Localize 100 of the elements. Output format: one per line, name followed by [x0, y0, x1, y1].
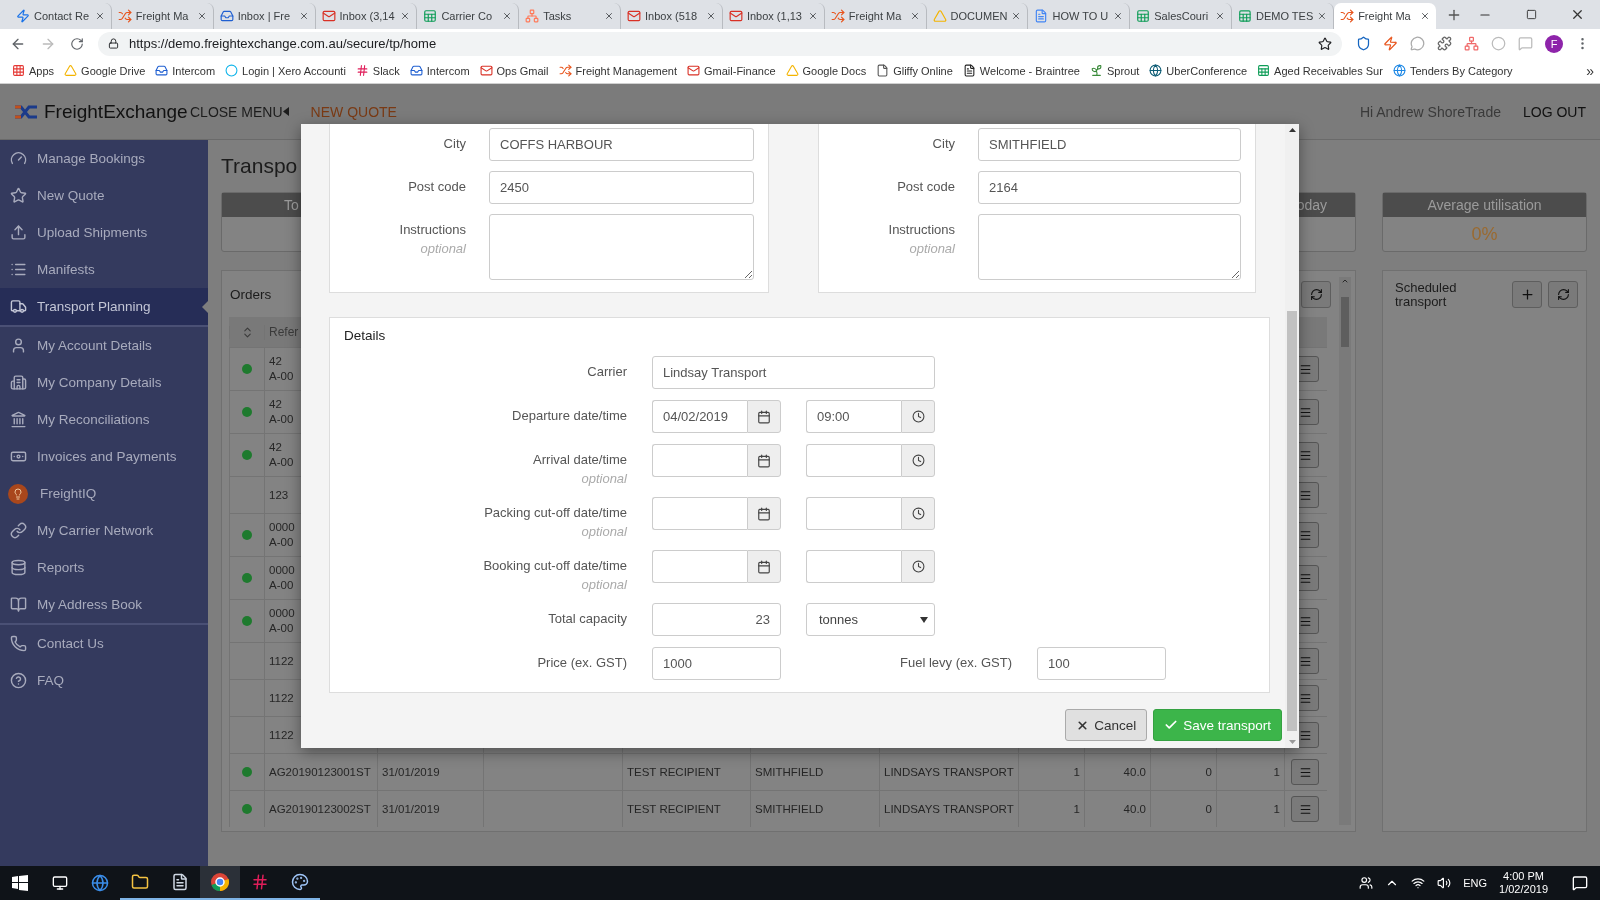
- bookmark[interactable]: Sprout: [1087, 64, 1142, 77]
- sidebar-item[interactable]: My Address Book: [0, 586, 208, 623]
- add-button[interactable]: [1512, 281, 1542, 308]
- date-field[interactable]: 04/02/2019: [652, 400, 747, 433]
- close-icon[interactable]: [502, 11, 513, 21]
- chrome-icon[interactable]: [210, 872, 230, 892]
- text-field[interactable]: COFFS HARBOUR: [489, 128, 754, 161]
- time-field[interactable]: 09:00: [806, 400, 901, 433]
- sidebar-item[interactable]: New Quote: [0, 177, 208, 214]
- time-field[interactable]: [806, 497, 901, 530]
- people-icon[interactable]: [1359, 876, 1374, 890]
- scrollbar-thumb[interactable]: [1341, 297, 1349, 347]
- folder-icon[interactable]: [131, 873, 149, 891]
- palette-icon[interactable]: [291, 873, 309, 891]
- bookmark-star-icon[interactable]: [1318, 36, 1332, 51]
- calendar-button[interactable]: [747, 444, 781, 477]
- close-icon[interactable]: [705, 11, 716, 21]
- clock-button[interactable]: [901, 497, 935, 530]
- instructions-field[interactable]: [489, 214, 754, 280]
- sidebar-item[interactable]: Upload Shipments: [0, 214, 208, 251]
- text-field[interactable]: 2450: [489, 171, 754, 204]
- bookmark[interactable]: Login | Xero Accounti: [223, 64, 348, 77]
- browser-icon[interactable]: [91, 874, 109, 892]
- hash-icon[interactable]: [251, 873, 269, 891]
- bookmark[interactable]: Slack: [353, 64, 402, 77]
- close-icon[interactable]: [1215, 11, 1226, 21]
- sidebar-item[interactable]: My Company Details: [0, 364, 208, 401]
- volume-icon[interactable]: [1437, 876, 1452, 890]
- sidebar-item[interactable]: Transport Planning: [0, 288, 208, 325]
- close-icon[interactable]: [1113, 11, 1124, 21]
- bookmark[interactable]: Freight Management: [556, 64, 679, 77]
- unit-select[interactable]: tonnes: [806, 603, 935, 636]
- logout-link[interactable]: LOG OUT: [1523, 103, 1586, 120]
- close-icon[interactable]: [1011, 11, 1022, 21]
- bookmark[interactable]: Google Docs: [783, 64, 869, 77]
- scrollbar[interactable]: [1285, 124, 1299, 748]
- instructions-field[interactable]: [978, 214, 1241, 280]
- close-icon[interactable]: [1419, 11, 1430, 21]
- date-field[interactable]: [652, 497, 747, 530]
- wifi-icon[interactable]: [1411, 876, 1426, 890]
- bookmark[interactable]: Intercom: [407, 64, 472, 77]
- clock-button[interactable]: [901, 444, 935, 477]
- close-icon[interactable]: [807, 11, 818, 21]
- bookmark[interactable]: Aged Receivables Sur: [1255, 64, 1385, 77]
- text-field[interactable]: 2164: [978, 171, 1241, 204]
- language-indicator[interactable]: ENG: [1463, 877, 1488, 889]
- close-icon[interactable]: [196, 11, 207, 21]
- extension-icon[interactable]: [1437, 36, 1452, 51]
- restore-icon[interactable]: [1525, 9, 1537, 20]
- time-field[interactable]: [806, 550, 901, 583]
- notification-icon[interactable]: [1572, 875, 1588, 891]
- extension-icon[interactable]: [1464, 36, 1479, 51]
- date-field[interactable]: [652, 444, 747, 477]
- bookmark[interactable]: Apps: [10, 64, 57, 77]
- sidebar-item[interactable]: FreightIQ: [0, 475, 208, 512]
- profile-avatar[interactable]: F: [1545, 34, 1563, 53]
- bookmark[interactable]: Gmail-Finance: [685, 64, 778, 77]
- refresh-button[interactable]: [1548, 281, 1578, 308]
- cancel-button[interactable]: Cancel: [1065, 709, 1148, 741]
- bookmark[interactable]: UberConference: [1147, 64, 1250, 77]
- close-icon[interactable]: [604, 11, 615, 21]
- more-bookmarks[interactable]: »: [1586, 62, 1594, 79]
- calendar-button[interactable]: [747, 497, 781, 530]
- close-icon[interactable]: [94, 11, 105, 21]
- scrollbar[interactable]: [1339, 277, 1351, 825]
- clock-button[interactable]: [901, 400, 935, 433]
- extension-icon[interactable]: [1383, 36, 1398, 51]
- extension-icon[interactable]: [1356, 36, 1371, 51]
- sidebar-item[interactable]: FAQ: [0, 662, 208, 699]
- clock-button[interactable]: [901, 550, 935, 583]
- time-field[interactable]: [806, 444, 901, 477]
- bookmark[interactable]: Tenders By Category: [1390, 64, 1515, 77]
- carrier-field[interactable]: Lindsay Transport: [652, 356, 935, 389]
- reload-icon[interactable]: [70, 36, 84, 51]
- fuel-levy-field[interactable]: 100: [1037, 647, 1166, 680]
- calendar-button[interactable]: [747, 400, 781, 433]
- price-field[interactable]: 1000: [652, 647, 781, 680]
- sidebar-item[interactable]: My Account Details: [0, 327, 208, 364]
- bookmark[interactable]: Gliffy Online: [874, 64, 955, 77]
- browser-tab[interactable]: Freight Ma: [1334, 3, 1436, 29]
- refresh-button[interactable]: [1301, 280, 1331, 308]
- sidebar-item[interactable]: Contact Us: [0, 625, 208, 662]
- close-icon[interactable]: [1317, 11, 1328, 21]
- date-field[interactable]: [652, 550, 747, 583]
- document-icon[interactable]: [171, 873, 189, 891]
- close-icon[interactable]: [400, 11, 411, 21]
- bookmark[interactable]: Ops Gmail: [477, 64, 551, 77]
- close-icon[interactable]: [909, 11, 920, 21]
- sidebar-item[interactable]: Manage Bookings: [0, 140, 208, 177]
- capacity-field[interactable]: 23: [652, 603, 781, 636]
- sidebar-item[interactable]: My Reconciliations: [0, 401, 208, 438]
- bookmark[interactable]: Google Drive: [62, 64, 148, 77]
- sidebar-item[interactable]: Reports: [0, 549, 208, 586]
- task-view-icon[interactable]: [52, 875, 68, 891]
- sidebar-item[interactable]: Invoices and Payments: [0, 438, 208, 475]
- text-field[interactable]: SMITHFIELD: [978, 128, 1241, 161]
- bookmark[interactable]: Welcome - Braintree: [960, 64, 1082, 77]
- sidebar-item[interactable]: Manifests: [0, 251, 208, 288]
- bookmark[interactable]: Intercom: [153, 64, 218, 77]
- windows-start-icon[interactable]: [12, 875, 28, 891]
